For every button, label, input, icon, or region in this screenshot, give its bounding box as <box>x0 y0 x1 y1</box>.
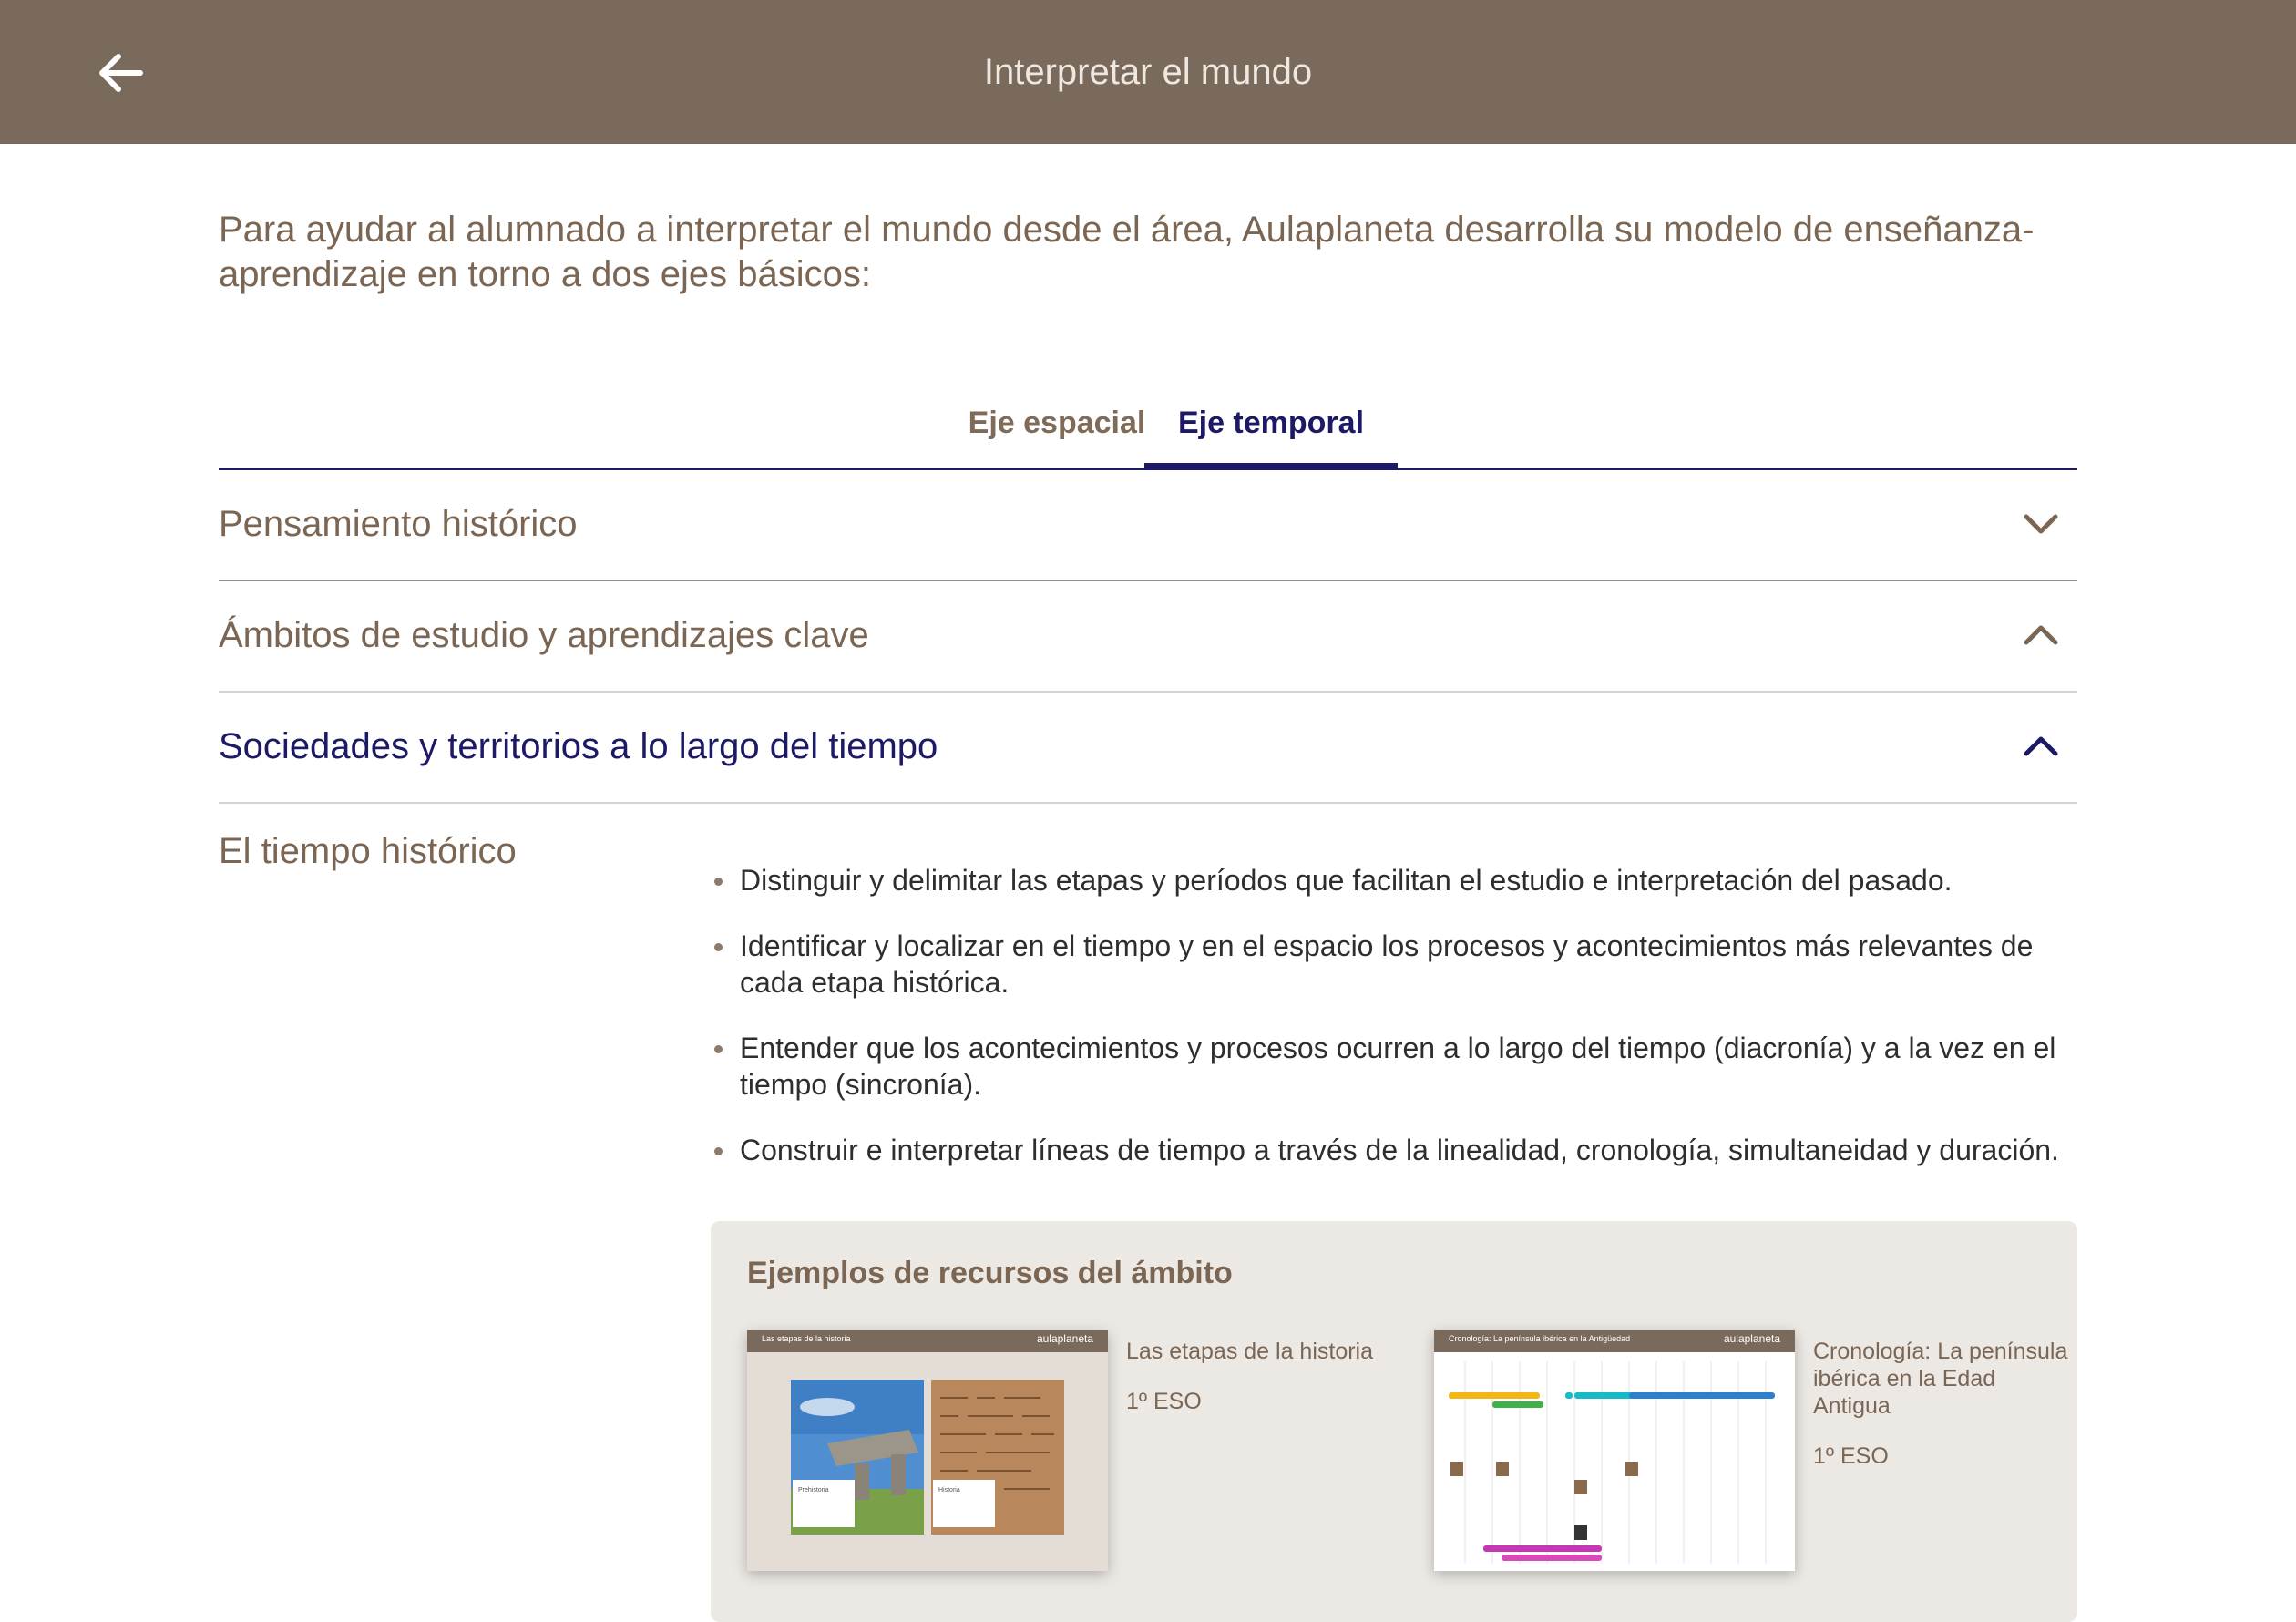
intro-text: Para ayudar al alumnado a interpretar el… <box>219 210 2035 294</box>
tab-bar: Eje espacial Eje temporal <box>219 383 2077 470</box>
thumbnail-body: Prehistoria Historia <box>747 1352 1108 1571</box>
page-title: Interpretar el mundo <box>983 52 1313 92</box>
learning-goals-list: Distinguir y delimitar las etapas y perí… <box>711 862 2059 1197</box>
chevron-down-icon <box>2024 514 2058 534</box>
list-item: Identificar y localizar en el tiempo y e… <box>711 928 2059 1001</box>
accordion-sociedades-y-territorios[interactable]: Sociedades y territorios a lo largo del … <box>219 691 2077 804</box>
resource-name[interactable]: Las etapas de la historia <box>1126 1338 1399 1365</box>
timeline-image <box>1447 1361 1782 1564</box>
list-item: Construir e interpretar líneas de tiempo… <box>711 1132 2059 1168</box>
accordion-label: Sociedades y territorios a lo largo del … <box>219 726 938 766</box>
thumbnail-header: Las etapas de la historia aulaplaneta <box>747 1330 1108 1352</box>
panel-label: Prehistoria <box>798 1487 829 1494</box>
thumbnail-header: Cronología: La península ibérica en la A… <box>1434 1330 1795 1352</box>
resource-card-etapas-historia[interactable]: Las etapas de la historia aulaplaneta Pr… <box>747 1330 1403 1576</box>
list-item: Distinguir y delimitar las etapas y perí… <box>711 862 2059 898</box>
resources-panel: Ejemplos de recursos del ámbito Las etap… <box>711 1221 2077 1622</box>
resource-card-cronologia-peninsula[interactable]: Cronología: La península ibérica en la A… <box>1434 1330 2067 1576</box>
panel-card: Historia <box>933 1480 995 1527</box>
accordion-label: Ámbitos de estudio y aprendizajes clave <box>219 615 869 655</box>
resource-thumbnail[interactable]: Cronología: La península ibérica en la A… <box>1434 1330 1795 1571</box>
resource-thumbnail[interactable]: Las etapas de la historia aulaplaneta Pr… <box>747 1330 1108 1571</box>
list-item: Entender que los acontecimientos y proce… <box>711 1030 2059 1103</box>
tab-eje-temporal[interactable]: Eje temporal <box>1144 383 1398 468</box>
section-title: El tiempo histórico <box>219 831 517 871</box>
chevron-up-icon <box>2024 736 2058 756</box>
resources-title: Ejemplos de recursos del ámbito <box>747 1256 1233 1290</box>
chevron-up-icon <box>2024 625 2058 645</box>
resource-name[interactable]: Cronología: La península ibérica en la E… <box>1813 1338 2068 1420</box>
panel-label: Historia <box>938 1487 960 1494</box>
aulaplaneta-logo: aulaplaneta <box>1036 1332 1093 1345</box>
resource-level: 1º ESO <box>1126 1389 1202 1414</box>
top-app-bar: Interpretar el mundo <box>0 0 2296 144</box>
aulaplaneta-logo: aulaplaneta <box>1723 1332 1780 1345</box>
resource-level: 1º ESO <box>1813 1443 1889 1469</box>
accordion-pensamiento-historico[interactable]: Pensamiento histórico <box>219 468 2077 581</box>
accordion-label: Pensamiento histórico <box>219 504 578 544</box>
panel-card: Prehistoria <box>793 1480 855 1527</box>
accordion-ambitos-de-estudio[interactable]: Ámbitos de estudio y aprendizajes clave <box>219 580 2077 693</box>
thumbnail-title: Las etapas de la historia <box>762 1334 851 1343</box>
thumbnail-title: Cronología: La península ibérica en la A… <box>1449 1334 1631 1343</box>
